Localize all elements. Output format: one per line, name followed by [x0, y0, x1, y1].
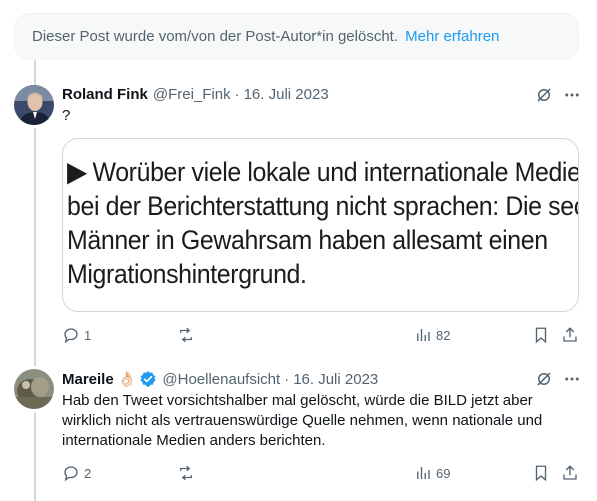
thread-line	[34, 412, 36, 501]
share-button[interactable]	[561, 464, 579, 482]
reply-icon	[64, 466, 78, 482]
reply-count: 2	[84, 465, 92, 481]
author-handle[interactable]: @Frei_Fink	[153, 86, 231, 103]
share-icon	[563, 327, 577, 342]
play-triangle-icon: ▶	[67, 156, 87, 187]
verified-badge-icon	[139, 370, 157, 388]
tweet-date[interactable]: 16. Juli 2023	[244, 86, 329, 103]
avatar[interactable]	[14, 85, 54, 125]
author-name[interactable]: Mareile	[62, 371, 114, 388]
separator-dot: ·	[284, 370, 290, 388]
reply-count: 1	[84, 327, 92, 343]
learn-more-link[interactable]: Mehr erfahren	[405, 28, 499, 45]
views-count: 69	[436, 465, 451, 481]
media-text-line: Migrationshintergrund.	[67, 259, 307, 289]
tweet-header: Mareile 👌🏻 @Hoellenaufsicht · 16. Juli 2…	[62, 369, 378, 389]
deleted-post-notice: Dieser Post wurde vom/von der Post-Autor…	[14, 13, 579, 60]
repost-icon	[180, 327, 192, 343]
bookmark-button[interactable]	[532, 464, 550, 482]
separator-dot: ·	[234, 85, 240, 103]
more-icon[interactable]	[563, 370, 581, 393]
tweet-header: Roland Fink @Frei_Fink · 16. Juli 2023	[62, 84, 329, 104]
deleted-notice-text: Dieser Post wurde vom/von der Post-Autor…	[32, 28, 398, 45]
share-button[interactable]	[561, 326, 579, 344]
author-name[interactable]: Roland Fink	[62, 86, 148, 103]
repost-button[interactable]	[177, 326, 199, 344]
views-button[interactable]: 69	[414, 464, 450, 482]
avatar[interactable]	[14, 369, 54, 409]
bookmark-icon	[535, 327, 547, 344]
grok-icon[interactable]	[535, 370, 553, 393]
reply-icon	[64, 328, 78, 344]
thread-line	[34, 128, 36, 366]
name-emoji: 👌🏻	[117, 371, 137, 388]
action-bar: 2 69	[62, 464, 579, 484]
views-icon	[417, 329, 430, 341]
views-count: 82	[436, 327, 451, 343]
tweet-text: ?	[62, 107, 71, 124]
media-text-line: Männer in Gewahrsam haben allesamt einen	[67, 225, 548, 255]
more-icon[interactable]	[563, 86, 581, 109]
views-icon	[417, 467, 430, 479]
action-bar: 1 82	[62, 326, 579, 346]
tweet-top-icons	[535, 86, 581, 109]
author-handle[interactable]: @Hoellenaufsicht	[162, 371, 280, 388]
repost-button[interactable]	[177, 464, 199, 482]
tweet-top-icons	[535, 370, 581, 393]
media-text-line: ▶ Worüber viele lokale und internationale…	[67, 156, 579, 187]
views-button[interactable]: 82	[414, 326, 450, 344]
thread-line	[34, 60, 36, 85]
tweet-date[interactable]: 16. Juli 2023	[293, 371, 378, 388]
grok-icon[interactable]	[535, 86, 553, 109]
tweet-text: Hab den Tweet vorsichtshalber mal gelösc…	[62, 392, 543, 449]
bookmark-icon	[535, 465, 547, 482]
bookmark-button[interactable]	[532, 326, 550, 344]
reply-button[interactable]: 1	[62, 326, 91, 344]
media-image[interactable]: ▶ Worüber viele lokale und internationale…	[62, 138, 579, 312]
share-icon	[563, 465, 577, 480]
reply-button[interactable]: 2	[62, 464, 91, 482]
repost-icon	[180, 465, 192, 481]
media-text-line: bei der Berichterstattung nicht sprachen…	[67, 191, 579, 221]
